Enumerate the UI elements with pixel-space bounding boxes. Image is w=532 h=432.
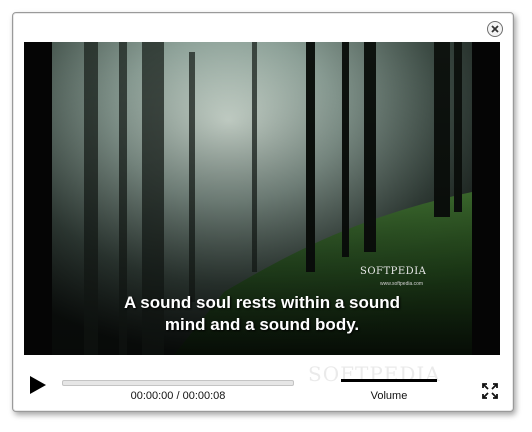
subtitle-line: A sound soul rests within a sound [123,293,401,312]
video-viewport[interactable]: SOFTPEDIA www.softpedia.com A sound soul… [24,42,500,355]
video-watermark-url: www.softpedia.com [380,281,424,287]
control-bar: SOFTPEDIA 00:00:00 / 00:00:08 Volume [24,362,500,406]
subtitle-line: mind and a sound body. [164,315,360,334]
background-watermark: SOFTPEDIA [308,362,441,386]
volume-label: Volume [370,390,408,402]
fullscreen-button[interactable] [481,382,499,400]
video-watermark-brand: SOFTPEDIA [360,266,427,277]
play-button[interactable] [28,374,48,396]
play-icon [30,376,46,394]
close-button[interactable] [487,21,503,37]
volume-slider[interactable] [341,379,437,382]
volume-level [341,379,437,382]
seek-bar[interactable] [62,380,294,386]
subtitle-caption: A sound soul rests within a sound mind a… [24,292,500,336]
time-display: 00:00:00 / 00:00:08 [130,390,226,402]
fullscreen-icon [482,383,498,399]
close-icon [491,25,499,33]
